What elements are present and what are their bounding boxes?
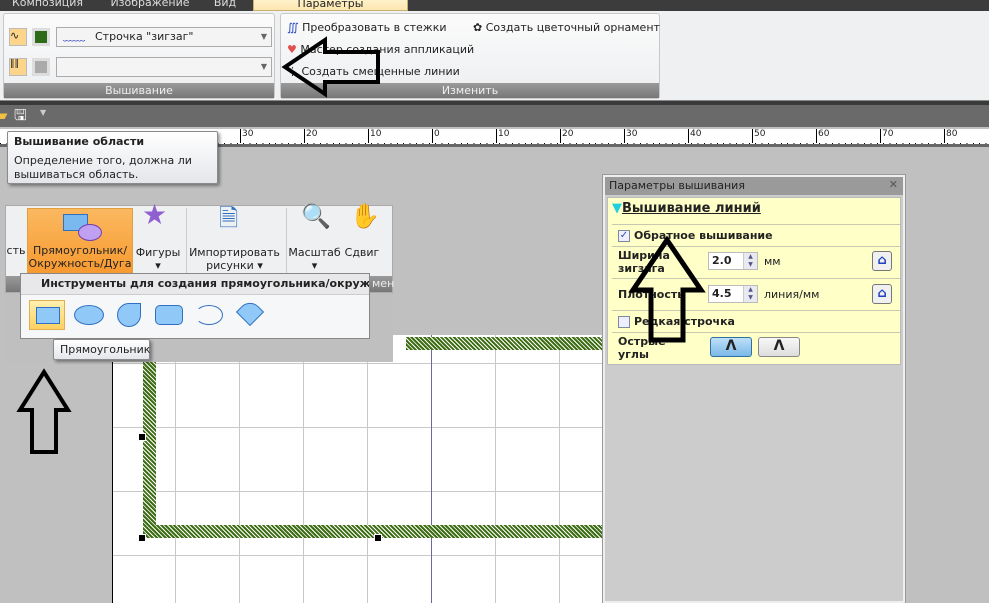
left-arrow-annotation <box>281 36 380 98</box>
up-arrow-annotation <box>628 235 706 343</box>
up-arrow-annotation <box>16 368 72 454</box>
annotation-arrows <box>16 36 706 454</box>
